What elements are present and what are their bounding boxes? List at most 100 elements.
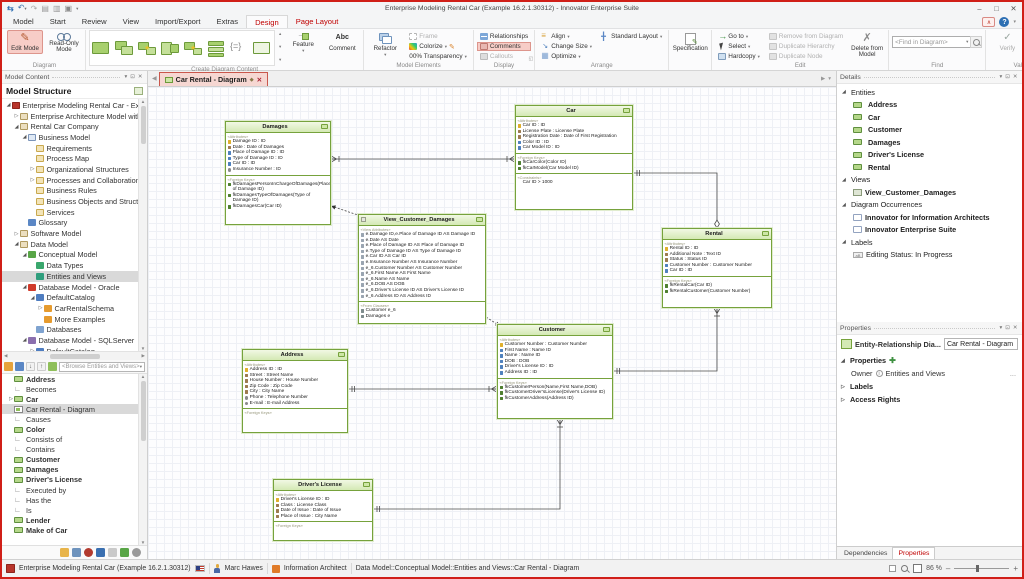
image-icon[interactable] [108,548,117,557]
tab-close-icon[interactable]: ✕ [257,76,262,84]
close-button[interactable]: ✕ [1005,3,1022,15]
duplicate-hierarchy-button[interactable]: Duplicate Hierarchy [766,42,846,51]
expanded-arrow-icon[interactable]: ◢ [21,337,28,343]
browse-entities-dropdown[interactable]: <Browse Entities and Views> ▾ [59,362,145,372]
scroll-up-icon[interactable]: ▲ [141,374,145,379]
details-item-damages[interactable]: Damages [837,136,1022,149]
panel-pin-icon[interactable]: ⊡ [1004,74,1012,80]
tab-scroll-right-icon[interactable]: ▶ [821,76,825,82]
copy-icon[interactable]: ▤ [41,5,49,13]
panel-close-icon[interactable]: ✕ [1011,74,1019,80]
details-item-rental[interactable]: Rental [837,161,1022,174]
tree-item-databases[interactable]: Databases [2,324,147,335]
shape-icon[interactable] [91,40,112,57]
owner-more-button[interactable]: ... [1010,369,1018,378]
tree-item-conceptual-model[interactable]: ◢Conceptual Model [2,250,147,261]
collapse-ribbon-icon[interactable]: ∧ [982,17,995,27]
tree-item-rental-car-company[interactable]: ◢Rental Car Company [2,121,147,132]
labels-section-header[interactable]: ▷ Labels [841,382,1018,391]
scroll-down-icon[interactable]: ▼ [141,540,145,545]
help-icon[interactable]: ? [999,17,1009,27]
select-button[interactable]: Select ▾ [715,42,763,51]
list-item-becomes[interactable]: ∟Becomes [2,384,147,394]
expanded-arrow-icon[interactable]: ◢ [13,241,20,247]
shape-icon[interactable]: {=} [229,40,250,57]
ribbon-tab-view[interactable]: View [115,15,147,28]
expanded-arrow-icon[interactable]: ◢ [29,295,36,301]
list-item-color[interactable]: Color [2,424,147,434]
ribbon-tab-design[interactable]: Design [246,15,288,28]
tree-item-data-types[interactable]: Data Types [2,260,147,271]
list-item-consists-of[interactable]: ∟Consists of [2,435,147,445]
properties-section-header[interactable]: ◢ Properties ✚ [841,356,1018,365]
find-search-icon[interactable] [970,36,982,48]
display-dialog-launcher-icon[interactable]: ◱ [528,56,533,62]
redo-icon[interactable]: ↷ [31,5,38,13]
undo-icon[interactable]: ↶▾ [18,4,27,13]
scroll-down-icon[interactable]: ▼ [141,346,145,351]
filter-icon[interactable] [48,362,57,371]
details-item-driver-s-license[interactable]: Driver's License [837,149,1022,162]
structure-filter-icon[interactable] [134,87,143,95]
frame-button[interactable]: Frame [406,32,470,41]
go-to-button[interactable]: Go to ▾ [715,32,763,41]
tree-item-requirements[interactable]: Requirements [2,143,147,154]
details-section-entities[interactable]: ◢Entities [837,86,1022,99]
ribbon-tab-review[interactable]: Review [74,15,115,28]
verify-button[interactable]: Verify [989,30,1024,54]
tree-item-defaultcatalog[interactable]: ◢DefaultCatalog [2,292,147,303]
zoom-slider[interactable] [954,568,1009,569]
scroll-up-icon[interactable]: ▲ [141,99,145,104]
fit-page-icon[interactable] [913,564,922,573]
tree-item-entities-and-views[interactable]: Entities and Views [2,271,147,282]
details-item-innovator-enterprise-suite[interactable]: Innovator Enterprise Suite [837,224,1022,237]
panel-close-icon[interactable]: ✕ [136,74,144,80]
expanded-arrow-icon[interactable]: ◢ [21,252,28,258]
shape-icon[interactable]: ★ [137,40,158,57]
zoom-select-icon[interactable] [900,564,909,573]
tree-item-glossary[interactable]: Glossary [2,218,147,229]
read-only-mode-button[interactable]: Read-Only Mode [46,30,82,56]
tree-item-data-model[interactable]: ◢Data Model [2,239,147,250]
edit-mode-button[interactable]: Edit Mode [7,30,43,54]
tree-item-software-model[interactable]: ▷Software Model [2,228,147,239]
ribbon-tab-model[interactable]: Model [5,15,42,28]
details-item-innovator-for-information-architects[interactable]: Innovator for Information Architects [837,211,1022,224]
tree-item-defaultcatalog[interactable]: ▷DefaultCatalog [2,346,147,351]
entity-car[interactable]: Car«Attributes»Car ID : IDLicense Plate … [515,105,633,210]
entity-driver-s-license[interactable]: Driver's License«Attributes»Driver's Lic… [273,479,373,541]
details-section-views[interactable]: ◢Views [837,174,1022,187]
list-item-is[interactable]: ∟Is [2,505,147,515]
ribbon-tab-import-export[interactable]: Import/Export [147,15,209,28]
expanded-arrow-icon[interactable]: ◢ [13,124,20,130]
shape-icon[interactable] [206,40,227,57]
entity-address[interactable]: Address«Attributes»Address ID : IDStreet… [242,349,348,433]
standard-layout-button[interactable]: Standard Layout ▾ [598,32,665,41]
entity-damages[interactable]: Damages«Attributes»Damage ID : IDDate : … [225,121,331,225]
shape-icon[interactable]: ★ [183,40,204,57]
collapsed-arrow-icon[interactable]: ▷ [37,305,44,311]
details-item-customer[interactable]: Customer [837,124,1022,137]
scroll-left-icon[interactable]: ◀ [4,353,7,359]
list-item-driver-s-license[interactable]: Driver's License [2,475,147,485]
hardcopy-button[interactable]: Hardcopy ▾ [715,52,763,61]
qat-more-icon[interactable]: ▾ [76,5,78,13]
diagram-tab[interactable]: Car Rental - Diagram ◆ ✕ [159,72,268,86]
tab-list-icon[interactable]: ▾ [828,76,831,82]
shape-icon[interactable] [252,40,273,57]
details-item-car[interactable]: Car [837,111,1022,124]
relationships-button[interactable]: Relationships [477,32,531,41]
list-item-make-of-car[interactable]: Make of Car [2,525,147,535]
tree-item-database-model-oracle[interactable]: ◢Database Model - Oracle [2,282,147,293]
tree-item-services[interactable]: Services [2,207,147,218]
list-item-car-rental-diagram[interactable]: Car Rental - Diagram [2,404,147,414]
expanded-arrow-icon[interactable]: ◢ [5,102,12,108]
comments-button[interactable]: Comments [477,42,531,51]
diagram-canvas[interactable]: Damages«Attributes»Damage ID : IDDate : … [148,87,836,559]
shape-icon[interactable] [160,40,181,57]
entity-rental[interactable]: Rental«Attributes»Rental ID : IDAddition… [662,228,772,308]
help-menu-caret-icon[interactable]: ▾ [1013,19,1016,25]
categories-icon[interactable] [4,362,13,371]
details-section-diagram-occurrences[interactable]: ◢Diagram Occurrences [837,199,1022,212]
gallery-more-icon[interactable]: ▾ [279,57,281,63]
